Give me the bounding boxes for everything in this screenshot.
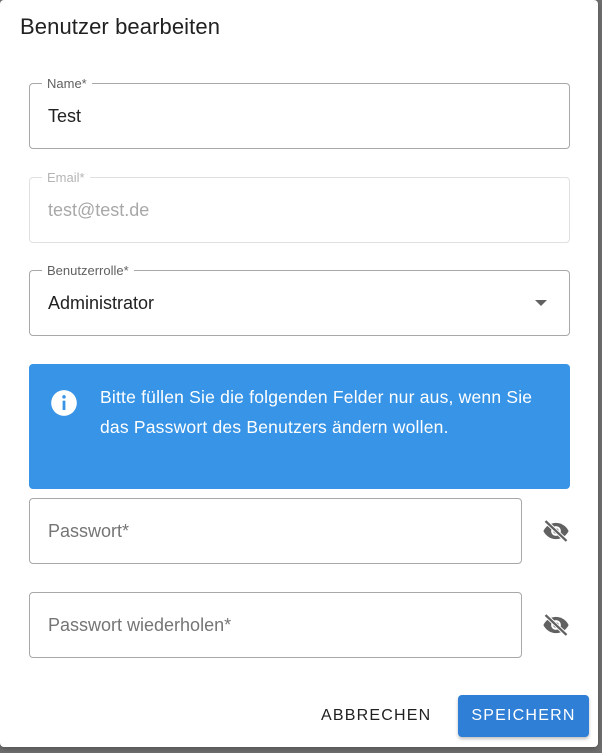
- name-field-value[interactable]: Test: [48, 105, 81, 127]
- dialog-title: Benutzer bearbeiten: [20, 14, 221, 39]
- eye-off-icon[interactable]: [542, 611, 570, 639]
- save-button[interactable]: SPEICHERN: [458, 695, 589, 737]
- eye-off-icon[interactable]: [542, 517, 570, 545]
- info-icon: [51, 390, 77, 416]
- role-select-label: Benutzerrolle*: [42, 263, 134, 278]
- role-select-value[interactable]: Administrator: [48, 292, 154, 314]
- password-placeholder: Passwort*: [48, 521, 130, 541]
- cancel-button[interactable]: ABBRECHEN: [310, 700, 442, 732]
- password-repeat-field[interactable]: Passwort wiederholen*: [29, 592, 522, 658]
- dropdown-arrow-icon[interactable]: [535, 300, 547, 306]
- role-select[interactable]: Benutzerrolle* Administrator: [29, 263, 570, 336]
- info-alert: Bitte füllen Sie die folgenden Felder nu…: [29, 364, 570, 489]
- password-repeat-placeholder: Passwort wiederholen*: [48, 615, 232, 635]
- email-field: Email* test@test.de: [29, 170, 570, 243]
- email-field-label: Email*: [42, 170, 90, 185]
- edit-user-dialog: Benutzer bearbeiten Name* Test Email* te…: [0, 0, 598, 747]
- info-alert-text: Bitte füllen Sie die folgenden Felder nu…: [100, 387, 533, 437]
- name-field-label: Name*: [42, 76, 92, 91]
- password-field[interactable]: Passwort*: [29, 498, 522, 564]
- name-field[interactable]: Name* Test: [29, 76, 570, 149]
- email-field-value: test@test.de: [48, 200, 150, 220]
